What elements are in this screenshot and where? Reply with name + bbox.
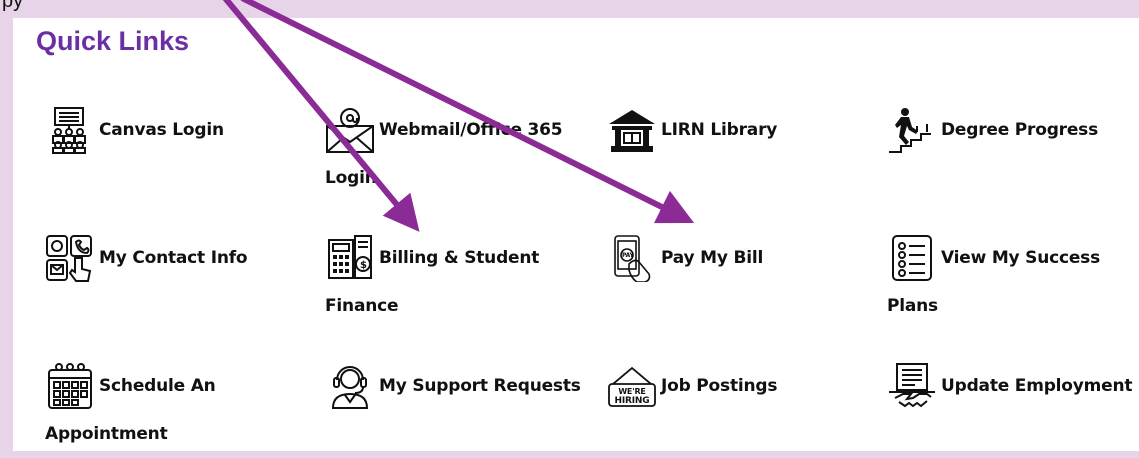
- link-label: Pay My Bill: [661, 248, 764, 268]
- link-job-postings[interactable]: WE'RE HIRING Job Postings: [607, 362, 847, 410]
- link-degree-progress[interactable]: Degree Progress: [887, 106, 1127, 154]
- link-billing-student-finance[interactable]: $ Billing & Student Finance: [325, 234, 565, 330]
- link-lirn-library[interactable]: LIRN Library: [607, 106, 847, 154]
- contact-card-icon: [45, 234, 95, 282]
- link-view-my-success-plans[interactable]: View My Success Plans: [887, 234, 1139, 330]
- link-label: Job Postings: [661, 376, 778, 396]
- link-update-employment[interactable]: Update Employment: [887, 362, 1139, 410]
- svg-text:PAY: PAY: [622, 252, 635, 259]
- handshake-document-icon: [887, 362, 937, 410]
- link-canvas-login[interactable]: Canvas Login: [45, 106, 285, 154]
- link-label: My Contact Info: [99, 248, 248, 268]
- presentation-audience-icon: [45, 106, 95, 154]
- calculator-invoice-icon: $: [325, 234, 375, 282]
- link-label: Canvas Login: [99, 120, 224, 140]
- headset-support-icon: [325, 362, 375, 410]
- link-label: Update Employment: [941, 376, 1133, 396]
- link-webmail-login[interactable]: Webmail/Office 365 Login: [325, 106, 587, 202]
- checklist-icon: [887, 234, 937, 282]
- link-pay-my-bill[interactable]: PAY Pay My Bill: [607, 234, 847, 282]
- link-label: My Support Requests: [379, 376, 581, 396]
- svg-text:$: $: [360, 260, 367, 271]
- email-envelope-icon: [325, 106, 375, 154]
- svg-text:WE'RE: WE'RE: [618, 387, 645, 396]
- cut-off-text: py: [2, 0, 24, 12]
- phone-pay-icon: PAY: [607, 234, 657, 282]
- link-label: LIRN Library: [661, 120, 778, 140]
- svg-text:HIRING: HIRING: [615, 396, 650, 406]
- quick-links-heading: Quick Links: [36, 26, 190, 56]
- library-building-icon: [607, 106, 657, 154]
- link-schedule-an-appointment[interactable]: Schedule An Appointment: [45, 362, 225, 458]
- hiring-sign-icon: WE'RE HIRING: [607, 362, 657, 410]
- calendar-icon: [45, 362, 95, 410]
- link-my-support-requests[interactable]: My Support Requests: [325, 362, 585, 410]
- link-my-contact-info[interactable]: My Contact Info: [45, 234, 285, 282]
- top-strip: py: [0, 0, 1139, 18]
- link-label: Degree Progress: [941, 120, 1099, 140]
- climbing-stairs-icon: [887, 106, 937, 154]
